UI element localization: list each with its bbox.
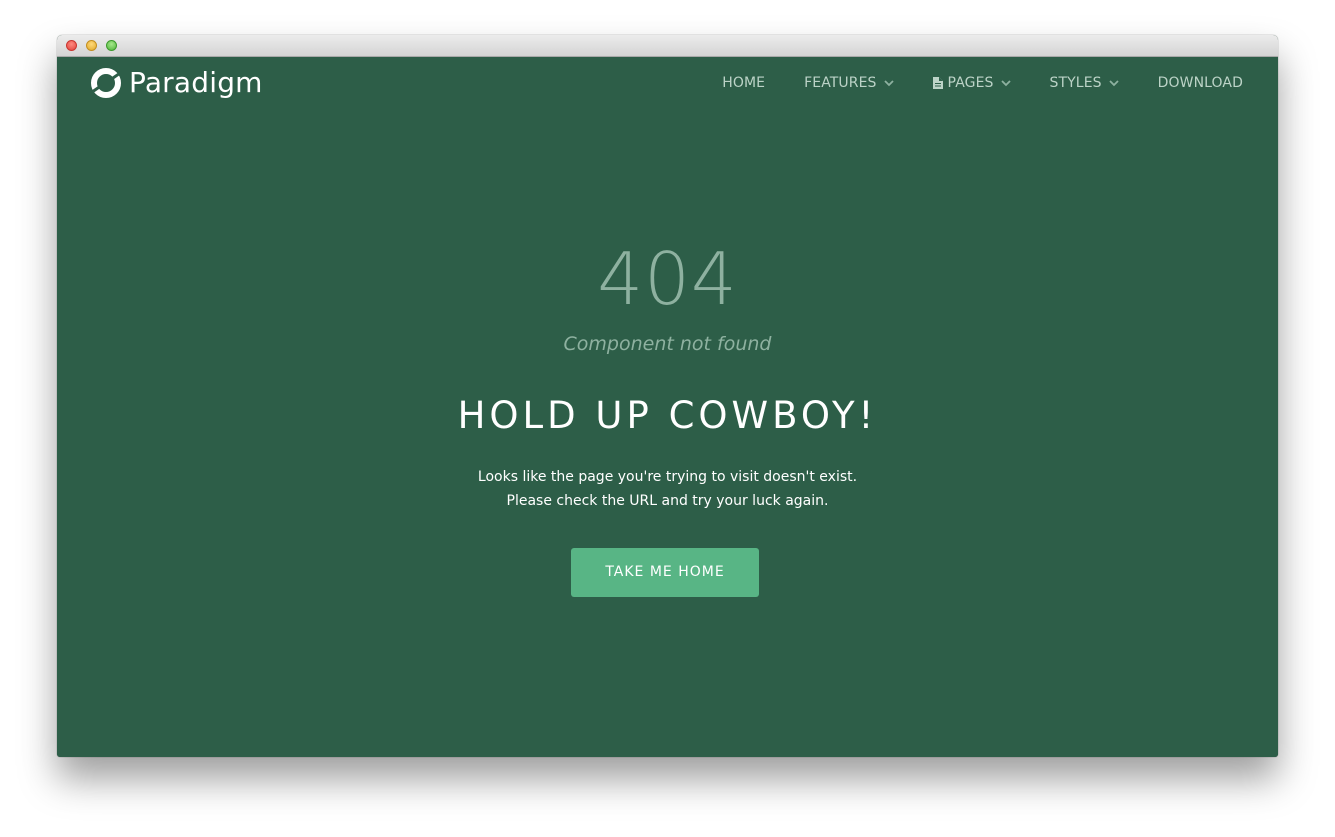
error-code: 404 [597, 237, 738, 321]
nav-item-label: PAGES [947, 75, 994, 91]
nav-item-label: FEATURES [804, 75, 877, 91]
error-description-line: Looks like the page you're trying to vis… [477, 469, 858, 485]
window-titlebar [57, 35, 1278, 57]
take-me-home-button[interactable]: TAKE ME HOME [571, 548, 759, 597]
brand-name: Paradigm [129, 66, 263, 99]
error-subtitle: Component not found [563, 333, 772, 355]
browser-window: Paradigm HOME FEATURES PAGES STYLES DOWN… [57, 35, 1278, 757]
nav-item-download[interactable]: DOWNLOAD [1158, 73, 1243, 93]
nav-item-label: STYLES [1049, 75, 1102, 91]
nav-item-features[interactable]: FEATURES [804, 73, 894, 93]
main-navigation: HOME FEATURES PAGES STYLES DOWNLOAD [722, 73, 1243, 93]
nav-item-label: DOWNLOAD [1157, 75, 1243, 91]
brand-logo-link[interactable]: Paradigm [89, 68, 263, 98]
window-zoom-button[interactable] [106, 40, 117, 51]
chevron-down-icon [1000, 79, 1011, 86]
document-icon [932, 77, 943, 89]
paradigm-logo-icon [91, 68, 121, 98]
error-description-line: Please check the URL and try your luck a… [506, 493, 829, 509]
window-minimize-button[interactable] [86, 40, 97, 51]
chevron-down-icon [1109, 79, 1119, 86]
chevron-down-icon [883, 79, 894, 86]
navbar: Paradigm HOME FEATURES PAGES STYLES DOWN… [57, 57, 1278, 109]
nav-item-pages[interactable]: PAGES [932, 73, 1011, 93]
error-page: Paradigm HOME FEATURES PAGES STYLES DOWN… [57, 57, 1278, 757]
error-description: Looks like the page you're trying to vis… [57, 465, 1278, 513]
nav-item-label: HOME [722, 75, 766, 91]
nav-item-home[interactable]: HOME [722, 73, 765, 93]
error-heading: HOLD UP COWBOY! [457, 394, 878, 437]
nav-item-styles[interactable]: STYLES [1050, 73, 1119, 93]
window-close-button[interactable] [66, 40, 77, 51]
